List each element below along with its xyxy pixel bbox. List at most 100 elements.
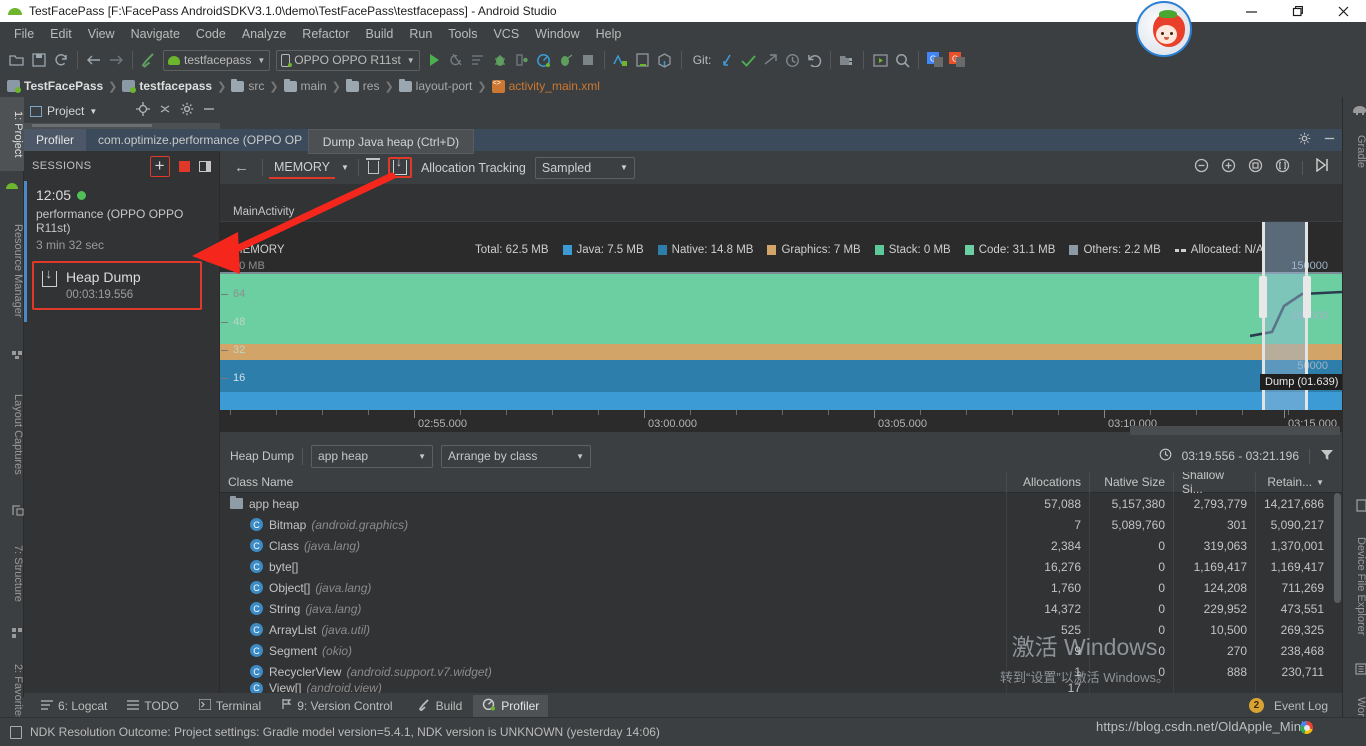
maximize-button[interactable] — [1274, 0, 1320, 22]
tool-window-todo[interactable]: TODO — [118, 696, 187, 716]
toggle-sessions-panel-button[interactable] — [199, 160, 211, 172]
undo-icon[interactable] — [803, 49, 825, 71]
table-row[interactable]: C ArrayList (java.util) 525 0 10,500 269… — [220, 619, 1342, 640]
table-row[interactable]: C Object[] (java.lang) 1,760 0 124,208 7… — [220, 577, 1342, 598]
debug-icon[interactable] — [489, 49, 511, 71]
save-all-icon[interactable] — [28, 49, 50, 71]
google-translate-icon[interactable]: G — [924, 49, 946, 71]
table-row[interactable]: C RecyclerView (android.support.v7.widge… — [220, 661, 1342, 682]
sidebar-item-project[interactable]: 1: Project — [0, 97, 24, 171]
breadcrumb-item-src[interactable]: src — [231, 78, 264, 93]
heap-dump-table[interactable]: Class Name Allocations Native Size Shall… — [220, 472, 1342, 693]
column-class-name[interactable]: Class Name — [220, 472, 1006, 493]
arrange-by-combo[interactable]: Arrange by class ▼ — [441, 444, 592, 468]
column-native-size[interactable]: Native Size — [1089, 472, 1173, 493]
apply-changes-icon[interactable] — [445, 49, 467, 71]
back-icon[interactable] — [83, 49, 105, 71]
menu-analyze[interactable]: Analyze — [234, 25, 294, 43]
heap-dump-capture-item[interactable]: Heap Dump 00:03:19.556 — [32, 261, 202, 310]
zoom-out-button[interactable] — [1194, 158, 1209, 178]
device-manager-icon[interactable] — [654, 49, 676, 71]
breadcrumb-item-layout-port[interactable]: layout-port — [398, 78, 472, 93]
table-row[interactable]: C Segment (okio) 9 0 270 238,468 — [220, 640, 1342, 661]
table-scrollbar[interactable] — [1332, 493, 1342, 693]
close-button[interactable] — [1320, 0, 1366, 22]
tool-window-profiler[interactable]: Profiler — [473, 694, 549, 717]
reset-zoom-button[interactable] — [1248, 158, 1263, 178]
dump-java-heap-button[interactable] — [387, 156, 412, 178]
stop-session-button[interactable] — [179, 160, 190, 172]
device-combo[interactable]: OPPO OPPO R11st ▼ — [276, 49, 420, 71]
menu-refactor[interactable]: Refactor — [294, 25, 357, 43]
column-shallow-size[interactable]: Shallow Si... — [1173, 472, 1255, 496]
locate-icon[interactable] — [136, 102, 150, 121]
avd-manager-icon[interactable] — [610, 49, 632, 71]
menu-navigate[interactable]: Navigate — [123, 25, 188, 43]
menu-window[interactable]: Window — [527, 25, 587, 43]
new-session-button[interactable]: + — [149, 155, 170, 177]
memory-plot-area[interactable]: 80 MB 64 48 32 16 150000 100000 50000 — [220, 222, 1342, 410]
menu-edit[interactable]: Edit — [42, 25, 80, 43]
breadcrumb-item-file[interactable]: activity_main.xml — [491, 79, 600, 93]
breadcrumb-item-res[interactable]: res — [345, 78, 379, 93]
tool-window-event-log[interactable]: Event Log — [1270, 697, 1332, 715]
gear-icon[interactable] — [1298, 132, 1311, 150]
profiler-icon[interactable] — [533, 49, 555, 71]
allocation-tracking-combo[interactable]: Sampled ▼ — [534, 156, 635, 179]
jump-to-live-button[interactable] — [1315, 157, 1330, 177]
menu-code[interactable]: Code — [188, 25, 234, 43]
breadcrumb-item-module[interactable]: testfacepass — [122, 79, 212, 93]
hide-icon[interactable] — [202, 102, 216, 121]
heap-selector-combo[interactable]: app heap ▼ — [311, 444, 434, 468]
sidebar-item-resource-manager[interactable]: Resource Manager — [0, 201, 24, 341]
menu-tools[interactable]: Tools — [440, 25, 485, 43]
column-retained-size[interactable]: Retain... ▼ — [1255, 472, 1332, 493]
menu-view[interactable]: View — [80, 25, 123, 43]
table-row[interactable]: C View[] (android.view) 17 — [220, 682, 1342, 693]
sidebar-item-structure[interactable]: 7: Structure — [0, 525, 24, 621]
table-row[interactable]: C String (java.lang) 14,372 0 229,952 47… — [220, 598, 1342, 619]
menu-vcs[interactable]: VCS — [485, 25, 527, 43]
session-item[interactable]: 12:05 performance (OPPO OPPO R11st) 3 mi… — [24, 181, 219, 322]
build-hammer-icon[interactable] — [138, 49, 160, 71]
git-push-icon[interactable] — [759, 49, 781, 71]
hide-window-icon[interactable] — [1323, 132, 1336, 150]
selection-handle-left[interactable] — [1259, 276, 1267, 318]
gear-icon[interactable] — [180, 102, 194, 121]
run-with-coverage-icon[interactable] — [555, 49, 577, 71]
menu-build[interactable]: Build — [358, 25, 402, 43]
table-row[interactable]: app heap 57,088 5,157,380 2,793,779 14,2… — [220, 493, 1342, 514]
tool-window-terminal[interactable]: Terminal — [190, 696, 270, 716]
selection-handle-right[interactable] — [1303, 276, 1311, 318]
stop-icon[interactable] — [577, 49, 599, 71]
zoom-to-selection-button[interactable] — [1275, 158, 1290, 178]
back-to-timeline-button[interactable]: ← — [230, 159, 253, 176]
table-row[interactable]: C byte[] 16,276 0 1,169,417 1,169,417 — [220, 556, 1342, 577]
search-icon[interactable] — [891, 49, 913, 71]
timeline-scrollbar[interactable] — [1130, 426, 1340, 435]
tool-window-logcat[interactable]: 6: Logcat — [32, 696, 116, 716]
column-allocations[interactable]: Allocations — [1006, 472, 1089, 493]
tab-profiler[interactable]: Profiler — [24, 129, 87, 151]
minimize-button[interactable] — [1228, 0, 1274, 22]
sdk-manager-icon[interactable] — [632, 49, 654, 71]
collapse-all-icon[interactable] — [158, 102, 172, 121]
memory-stage-label[interactable]: MEMORY — [268, 157, 336, 179]
menu-file[interactable]: File — [6, 25, 42, 43]
attach-debugger-icon[interactable] — [511, 49, 533, 71]
git-history-icon[interactable] — [781, 49, 803, 71]
table-row[interactable]: C Bitmap (android.graphics) 7 5,089,760 … — [220, 514, 1342, 535]
project-structure-icon[interactable] — [836, 49, 858, 71]
layout-inspector-icon[interactable] — [869, 49, 891, 71]
git-update-icon[interactable] — [715, 49, 737, 71]
tool-window-build[interactable]: Build — [409, 695, 472, 717]
sidebar-item-device-file-explorer[interactable]: Device File Explorer — [1343, 517, 1366, 655]
sync-icon[interactable] — [50, 49, 72, 71]
menu-run[interactable]: Run — [401, 25, 440, 43]
chevron-down-icon[interactable]: ▼ — [89, 107, 97, 116]
memory-timeline-chart[interactable]: MainActivity MEMORY Total: 62.5 MB Java:… — [220, 184, 1342, 432]
chevron-down-icon[interactable]: ▼ — [341, 163, 349, 172]
forward-icon[interactable] — [105, 49, 127, 71]
breadcrumb-item-project[interactable]: TestFacePass — [7, 79, 103, 93]
tab-process[interactable]: com.optimize.performance (OPPO OP — [86, 129, 314, 151]
